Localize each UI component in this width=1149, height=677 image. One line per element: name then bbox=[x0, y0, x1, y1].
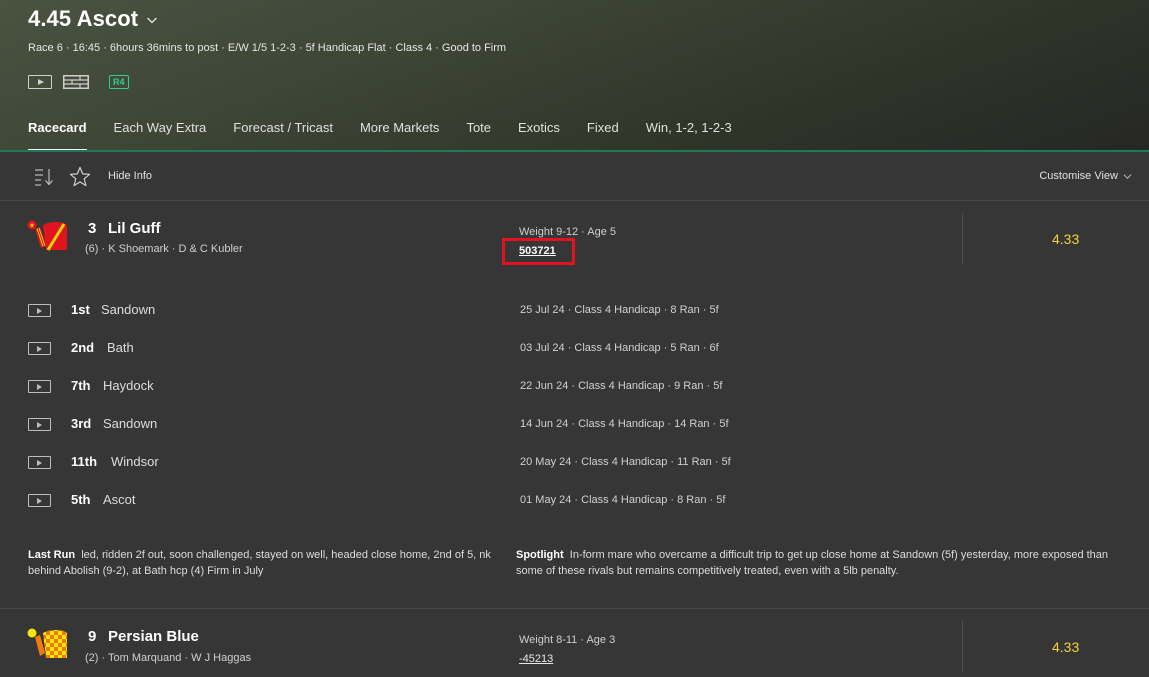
runner-divider bbox=[0, 608, 1149, 609]
star-icon[interactable] bbox=[69, 166, 91, 187]
jockey-silk-icon bbox=[27, 220, 67, 251]
form-position: 2nd bbox=[71, 340, 95, 355]
tab-exotics[interactable]: Exotics bbox=[518, 120, 560, 150]
runner-weight-age: Weight 9-12 · Age 5 bbox=[519, 226, 617, 238]
odds-divider bbox=[962, 620, 963, 672]
race-title-dropdown[interactable]: 4.45 Ascot bbox=[28, 6, 158, 32]
chevron-down-icon bbox=[1123, 173, 1132, 179]
play-replay-icon[interactable] bbox=[28, 418, 51, 431]
runner-name[interactable]: Persian Blue bbox=[108, 628, 199, 645]
last-run-label: Last Run bbox=[28, 549, 76, 561]
play-replay-icon[interactable] bbox=[28, 304, 51, 317]
play-replay-icon[interactable] bbox=[28, 494, 51, 507]
play-replay-icon[interactable] bbox=[28, 456, 51, 469]
form-position: 7th bbox=[71, 378, 91, 393]
race-info: Race 6 · 16:45 · 6hours 36mins to post ·… bbox=[28, 42, 507, 54]
form-run-row: 11th Windsor 20 May 24 · Class 4 Handica… bbox=[0, 453, 1149, 473]
racecard-icon[interactable] bbox=[63, 75, 89, 89]
form-position: 3rd bbox=[71, 416, 92, 431]
sort-icon[interactable] bbox=[34, 168, 54, 186]
spotlight-comment: Spotlight In-form mare who overcame a di… bbox=[516, 547, 1126, 579]
race-header: 4.45 Ascot Race 6 · 16:45 · 6hours 36min… bbox=[0, 0, 1149, 152]
form-details: 01 May 24 · Class 4 Handicap · 8 Ran · 5… bbox=[520, 494, 726, 506]
tab-win-places[interactable]: Win, 1-2, 1-2-3 bbox=[646, 120, 732, 150]
odds-button[interactable]: 4.33 bbox=[1052, 231, 1079, 247]
runner-draw-jockey-trainer: (2) · Tom Marquand · W J Haggas bbox=[85, 652, 252, 664]
race-icons: R4 bbox=[28, 75, 129, 89]
form-course: Sandown bbox=[101, 302, 156, 317]
last-run-text: led, ridden 2f out, soon challenged, sta… bbox=[28, 549, 491, 577]
runner-weight-age: Weight 8-11 · Age 3 bbox=[519, 634, 616, 646]
form-run-row: 3rd Sandown 14 Jun 24 · Class 4 Handicap… bbox=[0, 415, 1149, 435]
form-run-row: 5th Ascot 01 May 24 · Class 4 Handicap ·… bbox=[0, 491, 1149, 511]
form-details: 25 Jul 24 · Class 4 Handicap · 8 Ran · 5… bbox=[520, 304, 719, 316]
form-course: Sandown bbox=[103, 416, 158, 431]
form-details: 14 Jun 24 · Class 4 Handicap · 14 Ran · … bbox=[520, 418, 729, 430]
form-details: 22 Jun 24 · Class 4 Handicap · 9 Ran · 5… bbox=[520, 380, 723, 392]
form-run-row: 7th Haydock 22 Jun 24 · Class 4 Handicap… bbox=[0, 377, 1149, 397]
race-title: 4.45 Ascot bbox=[28, 6, 139, 31]
runner-draw-jockey-trainer: (6) · K Shoemark · D & C Kubler bbox=[85, 243, 243, 255]
form-position: 5th bbox=[71, 492, 91, 507]
tab-each-way-extra[interactable]: Each Way Extra bbox=[114, 120, 207, 150]
runner-name[interactable]: Lil Guff bbox=[108, 220, 161, 237]
highlight-annotation-box bbox=[502, 238, 575, 265]
form-course: Windsor bbox=[111, 454, 159, 469]
runner-form-figures[interactable]: -45213 bbox=[519, 653, 553, 665]
play-replay-icon[interactable] bbox=[28, 380, 51, 393]
play-replay-icon[interactable] bbox=[28, 342, 51, 355]
form-details: 20 May 24 · Class 4 Handicap · 11 Ran · … bbox=[520, 456, 731, 468]
odds-divider bbox=[962, 213, 963, 264]
tab-tote[interactable]: Tote bbox=[466, 120, 491, 150]
last-run-comment: Last Run led, ridden 2f out, soon challe… bbox=[28, 547, 498, 579]
customise-view-dropdown[interactable]: Customise View bbox=[1039, 170, 1132, 182]
form-course: Ascot bbox=[103, 492, 136, 507]
tab-fixed[interactable]: Fixed bbox=[587, 120, 619, 150]
play-video-icon[interactable] bbox=[28, 75, 52, 89]
jockey-silk-icon bbox=[27, 628, 67, 658]
odds-button[interactable]: 4.33 bbox=[1052, 639, 1079, 655]
runner-number: 3 bbox=[88, 220, 97, 237]
spotlight-label: Spotlight bbox=[516, 549, 564, 561]
tab-more-markets[interactable]: More Markets bbox=[360, 120, 439, 150]
chevron-down-icon[interactable] bbox=[146, 14, 158, 26]
tab-forecast-tricast[interactable]: Forecast / Tricast bbox=[233, 120, 333, 150]
form-position: 1st bbox=[71, 302, 90, 317]
spotlight-text: In-form mare who overcame a difficult tr… bbox=[516, 549, 1109, 577]
hide-info-button[interactable]: Hide Info bbox=[108, 170, 152, 182]
customise-view-label: Customise View bbox=[1039, 170, 1118, 182]
tab-racecard[interactable]: Racecard bbox=[28, 120, 87, 152]
form-position: 11th bbox=[71, 454, 98, 469]
form-details: 03 Jul 24 · Class 4 Handicap · 5 Ran · 6… bbox=[520, 342, 719, 354]
form-course: Haydock bbox=[103, 378, 154, 393]
form-run-row: 1st Sandown 25 Jul 24 · Class 4 Handicap… bbox=[0, 301, 1149, 321]
form-course: Bath bbox=[107, 340, 134, 355]
market-tabs: Racecard Each Way Extra Forecast / Trica… bbox=[28, 120, 759, 152]
runner-number: 9 bbox=[88, 628, 97, 645]
racecard-toolbar: Hide Info Customise View bbox=[0, 152, 1149, 201]
form-run-row: 2nd Bath 03 Jul 24 · Class 4 Handicap · … bbox=[0, 339, 1149, 359]
r4-badge: R4 bbox=[109, 75, 129, 89]
